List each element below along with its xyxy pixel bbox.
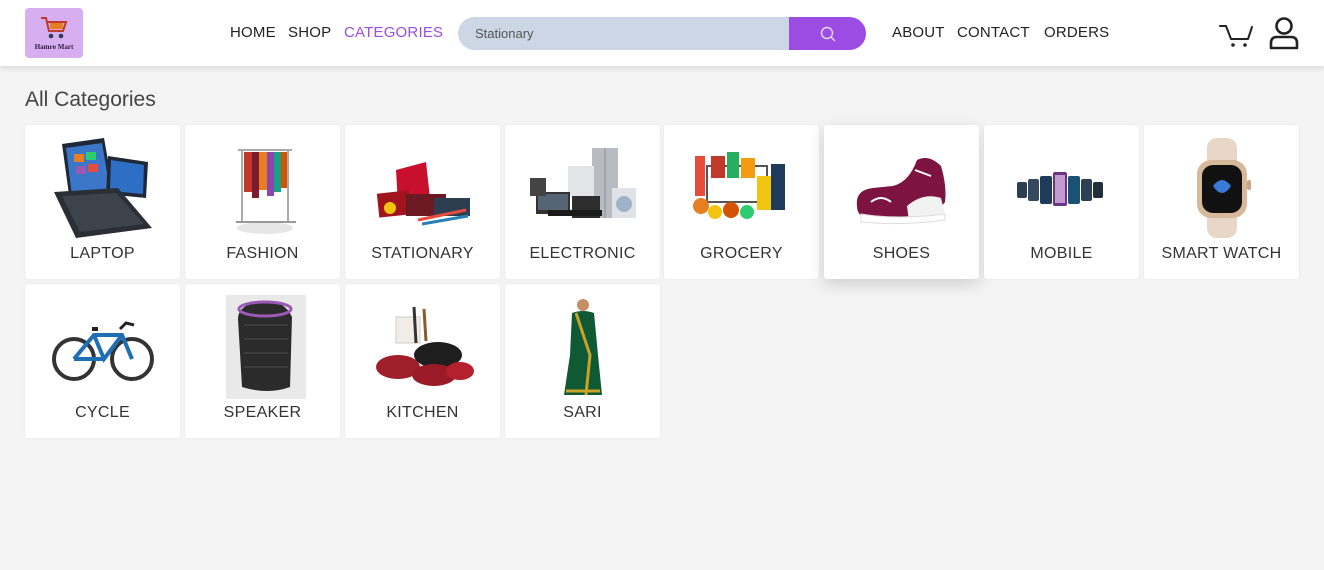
category-card-shoes[interactable]: SHOES bbox=[824, 125, 979, 279]
logo-cart-icon bbox=[41, 17, 68, 39]
sari-image bbox=[505, 292, 660, 402]
cart-icon bbox=[1219, 25, 1253, 47]
grocery-image bbox=[664, 133, 819, 243]
nav-shop[interactable]: SHOP bbox=[288, 24, 331, 41]
category-label: FASHION bbox=[226, 245, 299, 262]
brand-logo[interactable]: Hamro Mart bbox=[25, 8, 83, 58]
appliances-image bbox=[505, 133, 660, 243]
category-card-kitchen[interactable]: KITCHEN bbox=[345, 284, 500, 438]
clothes-rack-image bbox=[185, 133, 340, 243]
category-label: SMART WATCH bbox=[1161, 245, 1282, 262]
nav-contact[interactable]: CONTACT bbox=[957, 24, 1030, 41]
bicycle-image bbox=[25, 292, 180, 402]
category-card-laptop[interactable]: LAPTOP bbox=[25, 125, 180, 279]
shoe-image bbox=[824, 133, 979, 243]
navbar: Hamro Mart HOME SHOP CATEGORIES ABOUT CO… bbox=[0, 0, 1324, 66]
category-label: LAPTOP bbox=[70, 245, 135, 262]
laptop-image bbox=[25, 133, 180, 243]
category-label: ELECTRONIC bbox=[529, 245, 636, 262]
speaker-image bbox=[185, 292, 340, 402]
category-card-stationary[interactable]: STATIONARY bbox=[345, 125, 500, 279]
category-card-cycle[interactable]: CYCLE bbox=[25, 284, 180, 438]
nav-orders[interactable]: ORDERS bbox=[1044, 24, 1109, 41]
category-label: SPEAKER bbox=[223, 404, 302, 421]
cookware-image bbox=[345, 292, 500, 402]
cart-button[interactable] bbox=[1218, 20, 1254, 50]
category-card-mobile[interactable]: MOBILE bbox=[984, 125, 1139, 279]
user-button[interactable] bbox=[1268, 16, 1300, 50]
nav-home[interactable]: HOME bbox=[230, 24, 276, 41]
category-card-smart-watch[interactable]: SMART WATCH bbox=[1144, 125, 1299, 279]
stationary-image bbox=[345, 133, 500, 243]
search-bar bbox=[458, 17, 866, 50]
search-button[interactable] bbox=[789, 17, 866, 50]
category-card-speaker[interactable]: SPEAKER bbox=[185, 284, 340, 438]
nav-about[interactable]: ABOUT bbox=[892, 24, 945, 41]
category-label: KITCHEN bbox=[386, 404, 459, 421]
page-title: All Categories bbox=[25, 88, 156, 111]
category-label: MOBILE bbox=[1030, 245, 1093, 262]
phones-image bbox=[984, 133, 1139, 243]
category-card-sari[interactable]: SARI bbox=[505, 284, 660, 438]
category-card-grocery[interactable]: GROCERY bbox=[664, 125, 819, 279]
search-input[interactable] bbox=[458, 17, 789, 50]
watch-image bbox=[1144, 133, 1299, 243]
category-card-fashion[interactable]: FASHION bbox=[185, 125, 340, 279]
logo-text: Hamro Mart bbox=[34, 43, 74, 51]
user-icon bbox=[1269, 17, 1299, 50]
category-label: SHOES bbox=[872, 245, 931, 262]
category-label: STATIONARY bbox=[371, 245, 474, 262]
search-icon bbox=[820, 26, 835, 41]
category-label: CYCLE bbox=[75, 404, 130, 421]
category-label: SARI bbox=[563, 404, 602, 421]
nav-categories[interactable]: CATEGORIES bbox=[344, 24, 443, 41]
category-card-electronic[interactable]: ELECTRONIC bbox=[505, 125, 660, 279]
category-label: GROCERY bbox=[700, 245, 783, 262]
